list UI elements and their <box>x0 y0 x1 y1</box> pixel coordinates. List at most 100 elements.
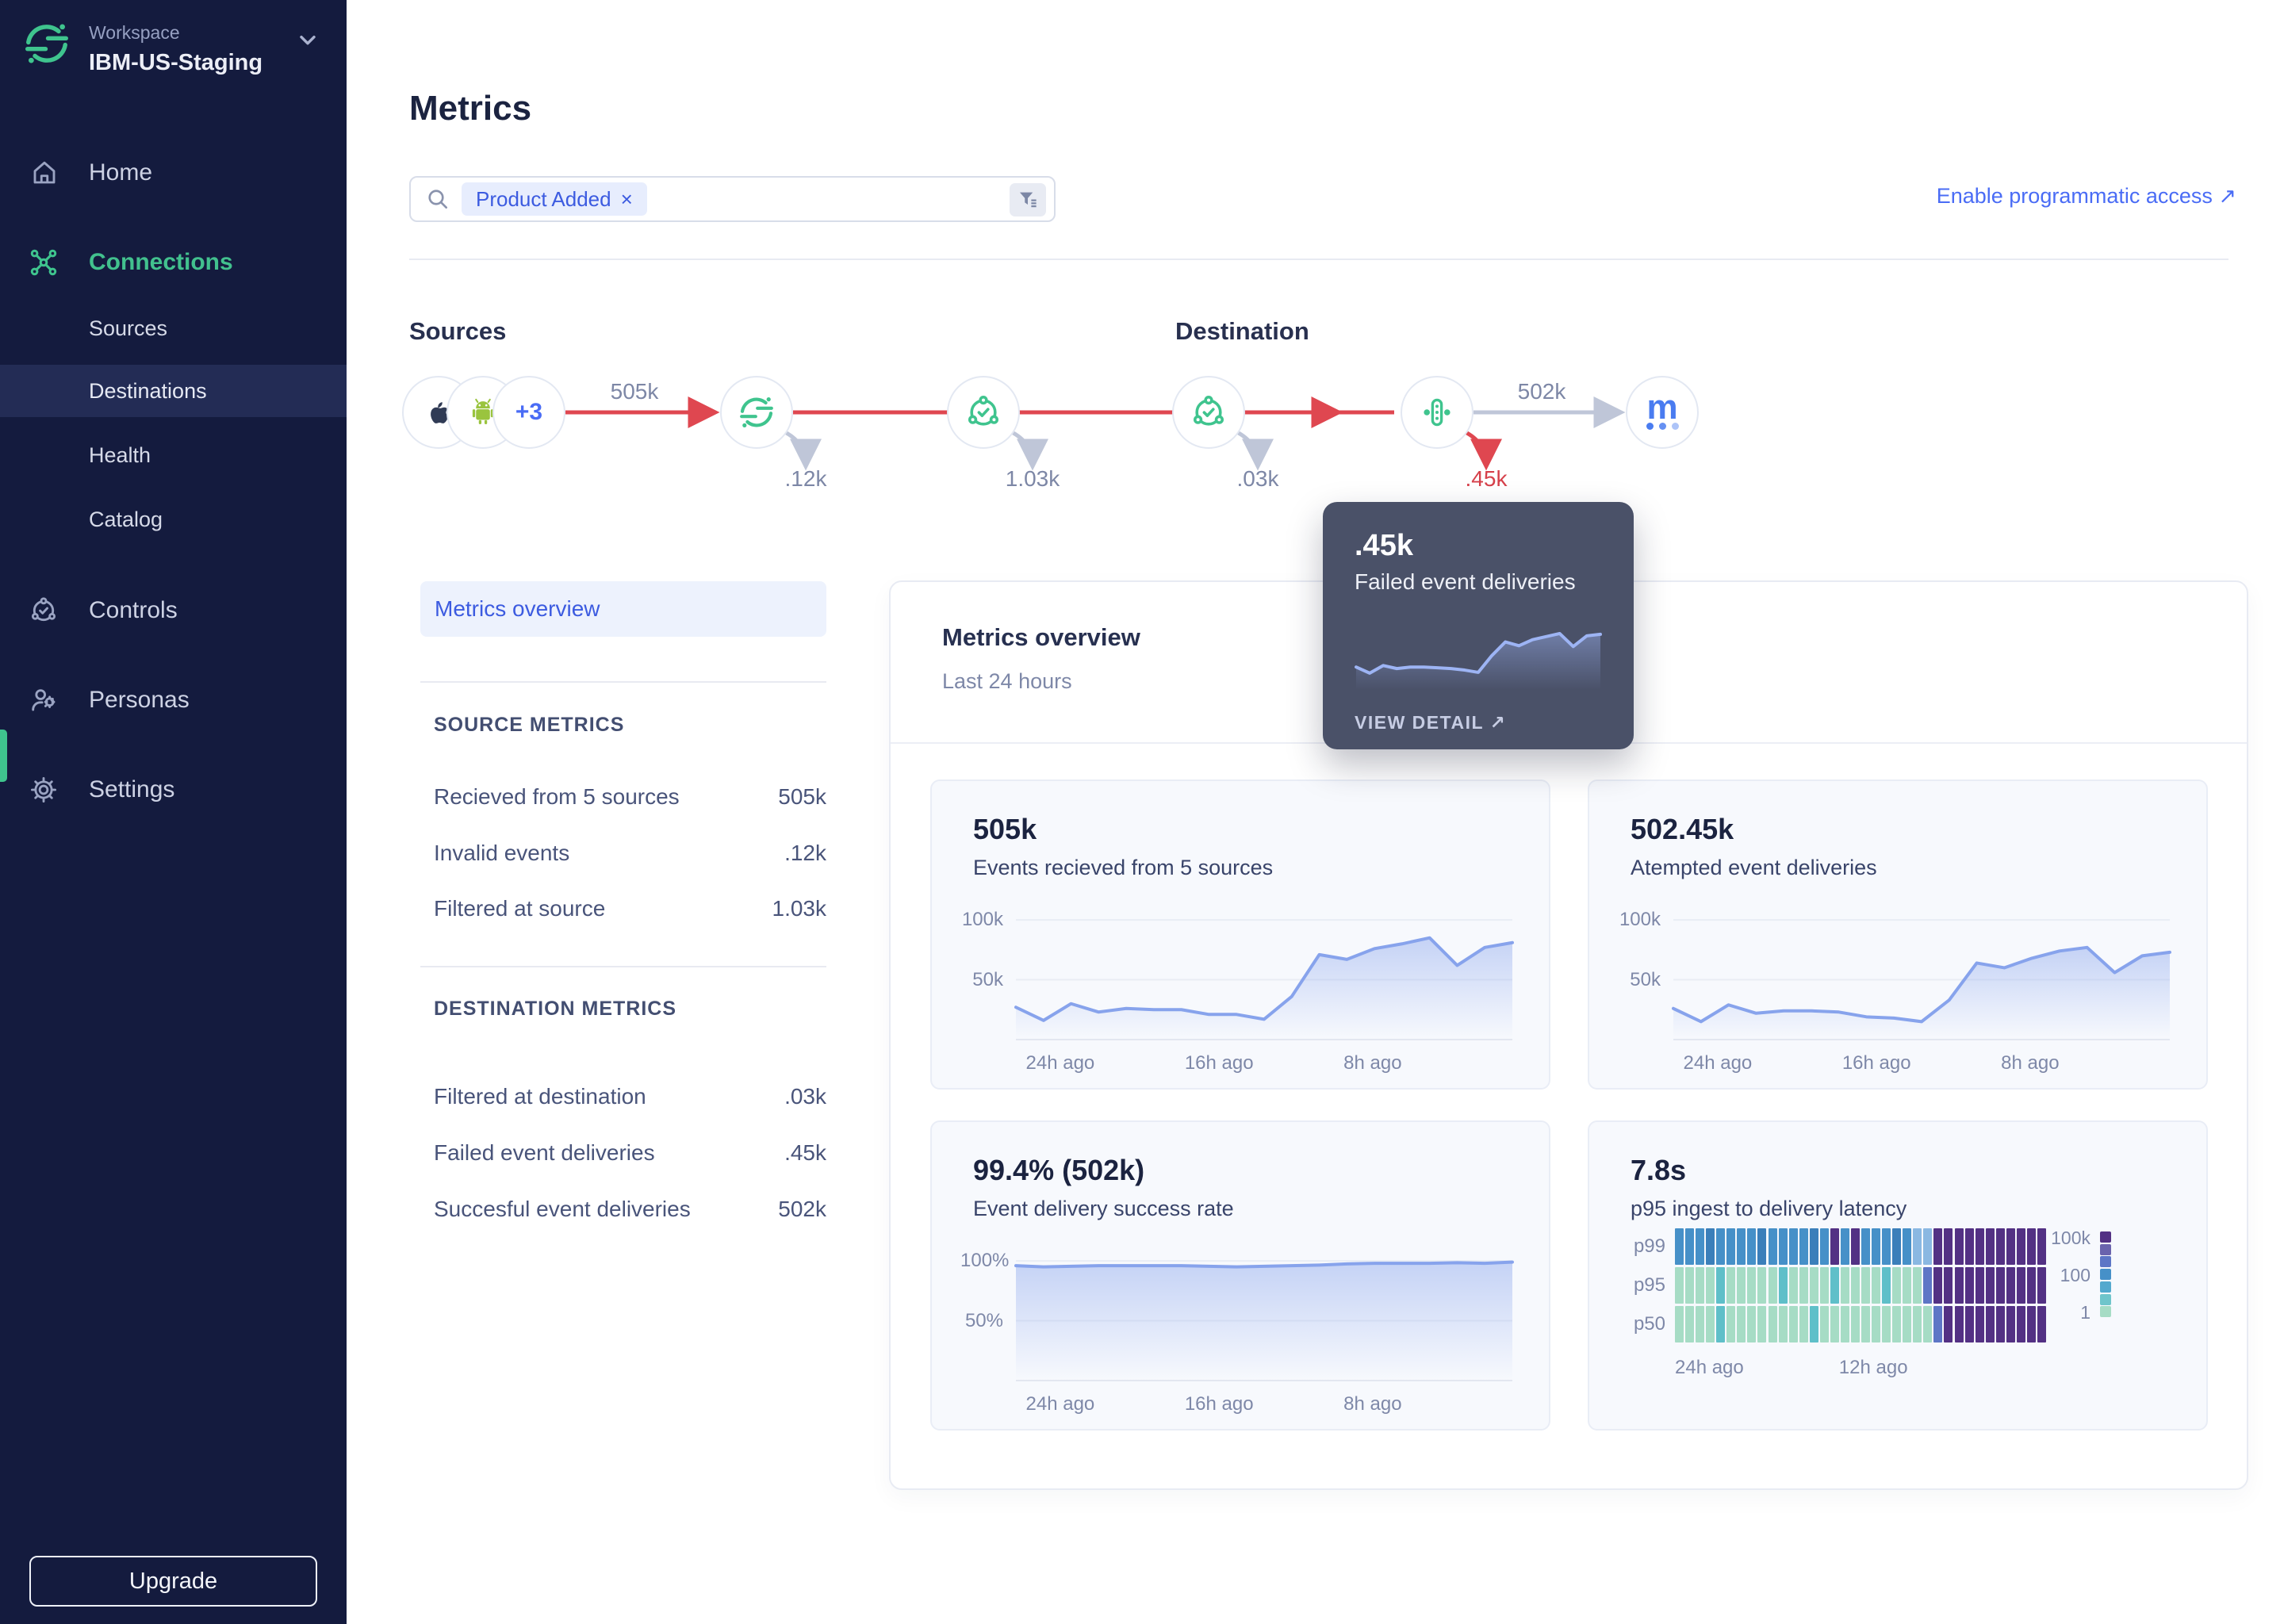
upgrade-button[interactable]: Upgrade <box>29 1556 317 1607</box>
heatmap-cell <box>1737 1306 1746 1342</box>
heatmap-cell <box>2017 1306 2025 1342</box>
card-success-rate: 99.4% (502k) Event delivery success rate… <box>930 1120 1550 1431</box>
destination-metrics-heading: DESTINATION METRICS <box>434 998 676 1021</box>
tooltip-sparkline <box>1355 607 1602 696</box>
heatmap-cell <box>1810 1267 1818 1304</box>
heatmap-cell <box>1757 1228 1766 1265</box>
heatmap-cell <box>1747 1228 1756 1265</box>
card-value: 502.45k <box>1631 813 1734 846</box>
mixpanel-icon: m <box>1646 396 1679 430</box>
heatmap-cell <box>1965 1306 1974 1342</box>
heatmap-cell <box>1933 1228 1942 1265</box>
success-rate-chart: 100%50%24h ago16h ago8h ago <box>960 1241 1523 1415</box>
heatmap-cell <box>1685 1306 1694 1342</box>
tick-label: 24h ago <box>1026 1052 1095 1074</box>
remove-tag-icon[interactable]: × <box>621 187 633 212</box>
sidebar-item-catalog[interactable]: Catalog <box>0 500 347 538</box>
card-label: Events recieved from 5 sources <box>973 856 1273 880</box>
workspace-switcher[interactable]: Workspace IBM-US-Staging <box>89 22 263 76</box>
heatmap-cell <box>1913 1306 1922 1342</box>
view-detail-link[interactable]: VIEW DETAIL ↗ <box>1355 712 1602 733</box>
search-icon <box>425 186 450 212</box>
card-label: p95 ingest to delivery latency <box>1631 1197 1907 1221</box>
header-divider <box>409 259 2228 260</box>
controls-node-source[interactable] <box>947 376 1020 449</box>
controls-check-icon <box>964 393 1002 431</box>
heatmap-cell <box>2006 1267 2015 1304</box>
legend-label: 1 <box>2030 1302 2090 1323</box>
heatmap-cell <box>1830 1306 1839 1342</box>
sidebar-item-destinations[interactable]: Destinations <box>0 365 347 417</box>
legend-label: 100k <box>2030 1228 2090 1249</box>
metric-row: Recieved from 5 sources 505k <box>434 784 826 810</box>
metric-value: 505k <box>778 784 826 810</box>
heatmap-cell <box>1903 1267 1911 1304</box>
sidebar-item-controls[interactable]: Controls <box>0 588 347 633</box>
destination-filter-node[interactable] <box>1401 376 1473 449</box>
controls-node-destination[interactable] <box>1172 376 1245 449</box>
metric-row: Filtered at destination .03k <box>434 1084 826 1109</box>
heatmap-cell <box>1933 1267 1942 1304</box>
sidebar: Workspace IBM-US-Staging Home Connection… <box>0 0 347 1624</box>
metric-value: 1.03k <box>772 896 827 921</box>
heatmap-cell <box>1913 1267 1922 1304</box>
segment-node[interactable] <box>720 376 793 449</box>
sidebar-item-label: Home <box>89 159 152 186</box>
heatmap-cell <box>1747 1306 1756 1342</box>
tick-label: 50% <box>960 1310 1003 1332</box>
heatmap-cell <box>1769 1228 1777 1265</box>
sidebar-item-sources[interactable]: Sources <box>0 309 347 347</box>
legend-swatch <box>2100 1244 2111 1255</box>
filter-tag: Product Added × <box>462 182 647 216</box>
heatmap-cell <box>2006 1228 2015 1265</box>
sidebar-item-home[interactable]: Home <box>0 151 347 195</box>
mixpanel-node[interactable]: m <box>1626 376 1699 449</box>
heatmap-cell <box>1779 1267 1788 1304</box>
sidebar-item-settings[interactable]: Settings <box>0 768 347 812</box>
card-label: Event delivery success rate <box>973 1197 1234 1221</box>
overview-title: Metrics overview <box>942 623 1140 652</box>
heatmap-cell <box>1841 1228 1849 1265</box>
heatmap-cell <box>2006 1306 2015 1342</box>
heatmap-cell <box>1696 1228 1704 1265</box>
heatmap-cell <box>1706 1306 1715 1342</box>
sidebar-item-label: Connections <box>89 249 233 276</box>
source-node-more[interactable]: +3 <box>492 376 565 449</box>
tick-label: 8h ago <box>1343 1393 1401 1415</box>
sidebar-item-label: Settings <box>89 776 174 803</box>
enable-programmatic-access-link[interactable]: Enable programmatic access ↗ <box>1937 184 2236 209</box>
heatmap-cell <box>2017 1267 2025 1304</box>
tick-label: 24h ago <box>1684 1052 1753 1074</box>
metric-label: Invalid events <box>434 841 569 866</box>
search-input[interactable]: Product Added × <box>409 176 1056 222</box>
sidebar-item-label: Catalog <box>89 508 163 532</box>
tick-label: 12h ago <box>1839 1357 1908 1379</box>
tick-label: 24h ago <box>1026 1393 1095 1415</box>
sidebar-item-label: Personas <box>89 687 190 714</box>
tick-label: 50k <box>1618 969 1661 991</box>
heatmap-cell <box>1986 1228 1995 1265</box>
tooltip-label: Failed event deliveries <box>1355 569 1602 595</box>
tick-label: p95 <box>1618 1274 1665 1297</box>
sidebar-item-label: Sources <box>89 316 167 341</box>
heatmap-cell <box>1841 1267 1849 1304</box>
sidebar-item-health[interactable]: Health <box>0 436 347 474</box>
sidebar-item-connections[interactable]: Connections <box>0 240 347 285</box>
flow-failed-label: .45k <box>1423 466 1550 492</box>
tick-label: p50 <box>1618 1313 1665 1335</box>
personas-icon <box>29 685 59 715</box>
flow-filtered-dest-label: .03k <box>1194 466 1321 492</box>
sidebar-item-personas[interactable]: Personas <box>0 678 347 722</box>
panel-nav-metrics-overview[interactable]: Metrics overview <box>420 581 826 637</box>
tick-label: 16h ago <box>1842 1052 1911 1074</box>
metric-row: Invalid events .12k <box>434 841 826 866</box>
panel-divider <box>420 681 826 683</box>
chevron-down-icon[interactable] <box>295 27 320 52</box>
heatmap-cell <box>1861 1306 1870 1342</box>
tick-label: p99 <box>1618 1235 1665 1258</box>
metric-label: Recieved from 5 sources <box>434 784 680 810</box>
heatmap-cell <box>1757 1267 1766 1304</box>
heatmap-cell <box>1892 1228 1901 1265</box>
filter-button[interactable] <box>1010 183 1046 216</box>
card-value: 505k <box>973 813 1037 846</box>
